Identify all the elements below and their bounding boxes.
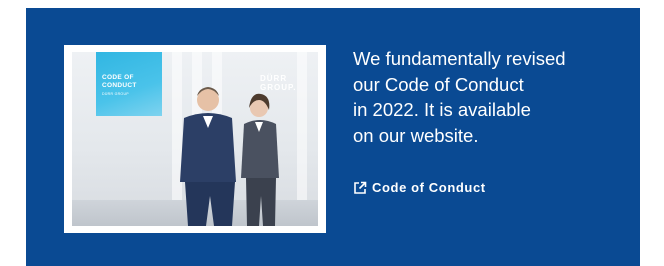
description-text: We fundamentally revised our Code of Con… bbox=[353, 48, 566, 146]
badge-subtitle: DÜRR GROUP bbox=[102, 92, 129, 96]
link-label: Code of Conduct bbox=[372, 180, 486, 195]
code-of-conduct-cover-image: CODE OF CONDUCT DÜRR GROUP DÜRR GROUP. bbox=[64, 45, 326, 233]
man-figure bbox=[180, 87, 236, 226]
cover-photo: CODE OF CONDUCT DÜRR GROUP DÜRR GROUP. bbox=[72, 52, 318, 226]
code-of-conduct-link[interactable]: Code of Conduct bbox=[353, 180, 486, 195]
external-link-icon bbox=[354, 181, 367, 194]
brand-logo: DÜRR GROUP. bbox=[260, 74, 297, 92]
woman-figure bbox=[241, 93, 279, 226]
code-of-conduct-badge: CODE OF CONDUCT DÜRR GROUP bbox=[96, 52, 162, 116]
badge-title-line1: CODE OF bbox=[102, 74, 134, 81]
badge-title-line2: CONDUCT bbox=[102, 82, 137, 89]
